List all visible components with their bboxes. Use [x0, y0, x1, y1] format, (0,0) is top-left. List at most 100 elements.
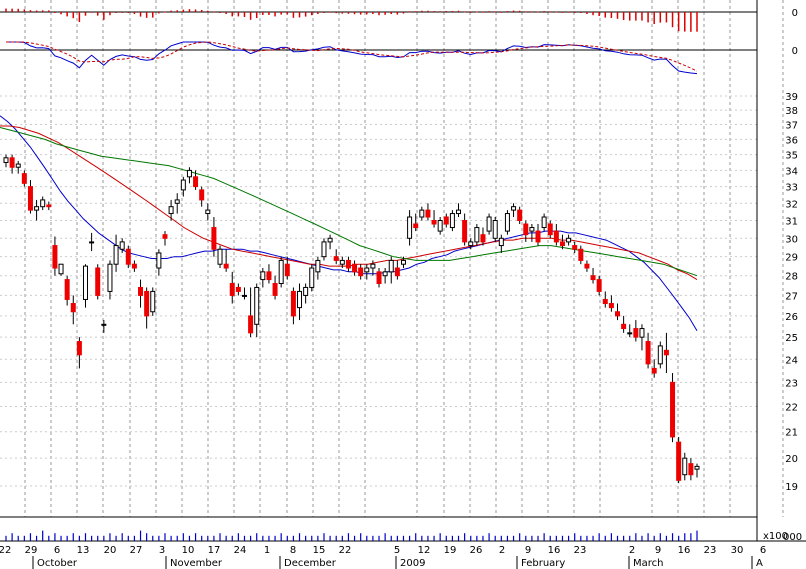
volume-bar — [335, 535, 337, 541]
histogram-bar — [17, 8, 19, 12]
volume-bar — [457, 535, 460, 541]
histogram-bar — [561, 11, 564, 13]
volume-bar — [341, 535, 343, 541]
candle-body — [46, 204, 52, 208]
histogram-bar — [304, 12, 307, 17]
candle-body — [419, 209, 425, 218]
histogram-bar — [396, 12, 399, 15]
candle-body — [9, 157, 15, 168]
volume-bar — [482, 535, 484, 541]
candle-body — [425, 209, 431, 218]
histogram-bar — [549, 11, 551, 13]
volume-bar — [152, 535, 154, 541]
histogram-bar — [317, 12, 319, 14]
candle-body — [101, 323, 107, 326]
volume-bar — [415, 533, 417, 541]
volume-bar — [586, 535, 588, 541]
candle-body — [400, 259, 406, 265]
candle-body — [52, 245, 58, 269]
candle-body — [144, 290, 150, 317]
candle-body — [199, 189, 205, 201]
volume-bar — [11, 533, 13, 541]
volume-bar — [231, 535, 233, 541]
candle-body — [578, 248, 584, 261]
candle-body — [553, 230, 559, 243]
volume-bar — [164, 533, 166, 541]
volume-bar — [243, 535, 246, 541]
volume-bar — [48, 535, 50, 541]
candle-body — [382, 271, 388, 277]
histogram-bar — [237, 12, 240, 17]
volume-bar — [66, 535, 68, 541]
volume-bar — [5, 535, 7, 541]
volume-bar — [54, 533, 56, 541]
volume-bar — [451, 535, 453, 541]
date-tick-19: 9 — [525, 545, 531, 556]
histogram-bar — [219, 12, 221, 13]
candle-body — [70, 303, 76, 313]
histogram-bar — [268, 12, 270, 15]
candle-body — [370, 263, 376, 269]
volume-bar — [665, 535, 668, 541]
candle-body — [407, 216, 413, 239]
candle-body — [113, 245, 119, 265]
volume-bar — [488, 533, 490, 541]
candle-body — [303, 286, 309, 296]
stock-chart: 1920212223242526272829303132333435363738… — [0, 0, 806, 569]
volume-bar — [286, 535, 288, 541]
histogram-bar — [439, 11, 441, 13]
oscillator-panel — [6, 41, 698, 75]
candle-body — [89, 241, 95, 244]
volume-bar — [17, 535, 19, 541]
volume-bar — [390, 535, 392, 541]
histogram-bar — [329, 11, 331, 13]
date-tick-17: 26 — [470, 545, 483, 556]
ma-line-2 — [0, 125, 698, 281]
volume-bar — [396, 535, 398, 541]
histogram-bar — [249, 12, 252, 20]
volume-bar — [72, 533, 74, 541]
date-tick-4: 20 — [104, 545, 117, 556]
date-tick-26: 30 — [731, 545, 744, 556]
month-label-0: October — [37, 558, 78, 569]
price-tick-25: 25 — [785, 333, 798, 344]
volume-bar — [512, 535, 515, 541]
histogram-bar — [445, 11, 448, 12]
histogram-bar — [414, 11, 417, 13]
candle-body — [498, 237, 504, 247]
histogram-bar — [366, 12, 368, 15]
price-tick-38: 38 — [785, 106, 798, 117]
volume-bar — [696, 530, 698, 541]
histogram-bar — [103, 12, 105, 20]
price-tick-35: 35 — [785, 151, 798, 162]
date-tick-16: 19 — [444, 545, 457, 556]
candle-body — [394, 267, 400, 277]
price-tick-37: 37 — [785, 121, 798, 132]
candle-body — [309, 267, 315, 288]
volume-bar — [280, 533, 282, 541]
volume-bar — [78, 535, 80, 541]
histogram-bar — [90, 11, 93, 13]
candle-body — [572, 245, 578, 250]
volume-bar — [274, 535, 276, 541]
candle-body — [345, 259, 351, 269]
volume-bar — [561, 535, 564, 541]
date-tick-1: 29 — [25, 545, 38, 556]
candle-body — [437, 220, 443, 232]
price-tick-39: 39 — [785, 92, 798, 103]
candle-body — [150, 290, 156, 313]
month-label-6: A — [756, 558, 763, 569]
histogram-bar — [500, 11, 503, 13]
volume-bar — [421, 535, 423, 541]
candle-body — [40, 199, 46, 208]
volume-bar — [659, 533, 661, 541]
histogram-bar — [488, 11, 490, 13]
candle-body — [339, 259, 345, 265]
candle-body — [82, 265, 88, 300]
histogram-bar — [469, 11, 472, 13]
histogram-bar — [427, 10, 429, 12]
histogram-bar — [200, 10, 203, 12]
candle-body — [241, 294, 247, 297]
candle-body — [688, 463, 694, 476]
candle-body — [205, 209, 211, 215]
